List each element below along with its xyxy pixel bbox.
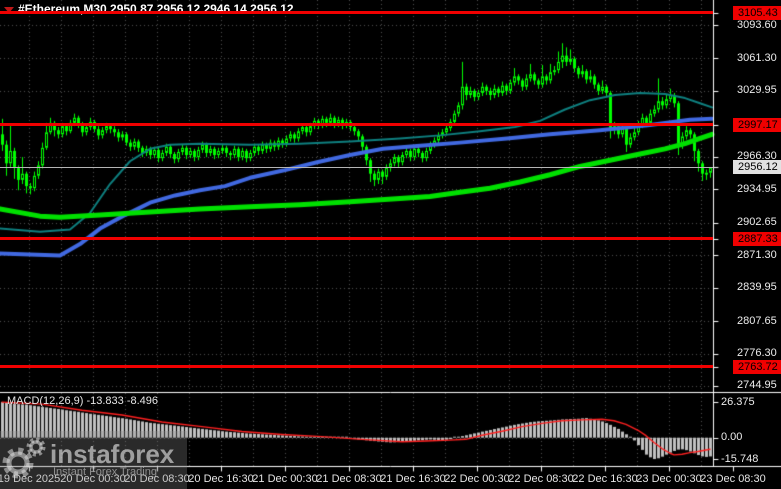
- current-price-label: 2956.12: [733, 160, 781, 175]
- macd-axis-label: -15.748: [721, 452, 759, 465]
- horizontal-level-line[interactable]: [0, 237, 713, 241]
- time-axis-label: 22 Dec 00:30: [444, 473, 510, 485]
- level-price-label: 3105.43: [733, 5, 781, 20]
- macd-axis-label: 0.00: [721, 431, 743, 444]
- level-price-label: 2887.33: [733, 231, 781, 246]
- horizontal-level-line[interactable]: [0, 11, 713, 15]
- level-price-label: 2997.17: [733, 117, 781, 132]
- level-price-label: 2763.72: [733, 359, 781, 374]
- time-axis-label: 21 Dec 16:30: [380, 473, 446, 485]
- price-axis-label: 2934.95: [737, 182, 777, 195]
- price-axis-label: 3093.60: [737, 18, 777, 31]
- price-axis-label: 2902.65: [737, 216, 777, 229]
- price-chart-canvas[interactable]: [0, 0, 781, 489]
- price-axis-label: 3061.30: [737, 51, 777, 64]
- time-axis-label: 22 Dec 16:30: [572, 473, 638, 485]
- watermark-tagline: Instant Forex Trading: [53, 465, 157, 478]
- macd-axis-label: 26.375: [721, 395, 755, 408]
- price-axis-label: 2776.30: [737, 347, 777, 360]
- current-price-line: [0, 166, 713, 168]
- price-axis-label: 2839.95: [737, 281, 777, 294]
- time-axis-label: 23 Dec 00:30: [636, 473, 702, 485]
- price-axis-label: 2807.65: [737, 314, 777, 327]
- time-axis-label: 21 Dec 00:30: [252, 473, 318, 485]
- macd-indicator-label: MACD(12,26,9) -13.833 -8.496: [7, 395, 159, 407]
- time-axis-label: 21 Dec 08:30: [316, 473, 382, 485]
- horizontal-level-line[interactable]: [0, 365, 713, 369]
- price-axis-label: 3029.95: [737, 84, 777, 97]
- price-axis-label: 2744.95: [737, 379, 777, 392]
- time-axis-label: 23 Dec 08:30: [700, 473, 766, 485]
- watermark: instaforex Instant Forex Trading: [0, 431, 187, 489]
- time-axis-label: 20 Dec 16:30: [188, 473, 254, 485]
- gear-icon: [2, 437, 46, 479]
- watermark-brand: instaforex: [50, 438, 175, 469]
- price-axis-label: 2871.30: [737, 248, 777, 261]
- mt-chart-window: 3105.43 2997.17 2887.33 2763.72 2956.12 #Eth…: [0, 0, 781, 489]
- horizontal-level-line[interactable]: [0, 123, 713, 127]
- time-axis-label: 22 Dec 08:30: [508, 473, 574, 485]
